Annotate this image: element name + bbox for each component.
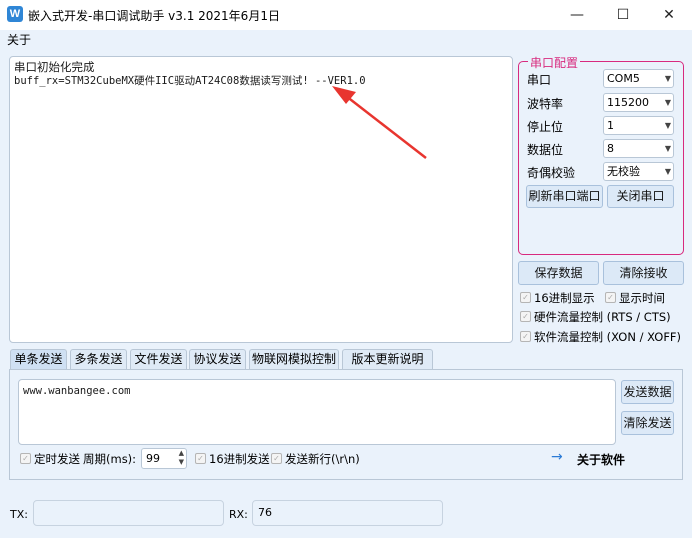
tab-multi-send[interactable]: 多条发送 — [70, 349, 127, 369]
app-icon: W — [7, 6, 23, 22]
stop-bits-value: 1 — [607, 119, 614, 132]
send-textarea[interactable]: www.wanbangee.com — [18, 379, 616, 445]
chevron-down-icon: ▼ — [664, 74, 671, 83]
timed-send-checkbox[interactable]: ✓ — [20, 453, 31, 464]
clear-receive-button[interactable]: 清除接收 — [603, 261, 684, 285]
stop-bits-select[interactable]: 1 ▼ — [603, 116, 674, 135]
refresh-ports-button[interactable]: 刷新串口端口 — [526, 185, 603, 208]
parity-select[interactable]: 无校验 ▼ — [603, 162, 674, 181]
period-stepper[interactable]: 99 ▲ ▼ — [141, 448, 187, 469]
hex-display-label: 16进制显示 — [534, 291, 595, 305]
port-label: 串口 — [527, 73, 552, 87]
tx-counter — [33, 500, 224, 526]
period-label: 周期(ms): — [83, 452, 137, 466]
hex-send-checkbox[interactable]: ✓ — [195, 453, 206, 464]
hw-flow-label: 硬件流量控制 (RTS / CTS) — [534, 310, 671, 324]
serial-config-group — [518, 61, 684, 255]
sw-flow-label: 软件流量控制 (XON / XOFF) — [534, 330, 682, 344]
port-select[interactable]: COM5 ▼ — [603, 69, 674, 88]
timed-send-label: 定时发送 — [34, 452, 80, 466]
sw-flow-checkbox[interactable]: ✓ — [520, 331, 531, 342]
tab-file-send[interactable]: 文件发送 — [130, 349, 187, 369]
rx-counter: 76 — [252, 500, 443, 526]
show-time-label: 显示时间 — [619, 291, 665, 305]
hex-display-checkbox[interactable]: ✓ — [520, 292, 531, 303]
tab-single-send[interactable]: 单条发送 — [10, 349, 67, 369]
chevron-down-icon: ▼ — [664, 98, 671, 107]
stepper-arrows-icon[interactable]: ▲ ▼ — [179, 449, 184, 467]
baud-label: 波特率 — [527, 97, 564, 111]
maximize-button[interactable]: ☐ — [600, 0, 646, 30]
show-time-checkbox[interactable]: ✓ — [605, 292, 616, 303]
close-port-button[interactable]: 关闭串口 — [607, 185, 674, 208]
rx-label: RX: — [229, 508, 248, 521]
send-data-button[interactable]: 发送数据 — [621, 380, 674, 404]
hw-flow-checkbox[interactable]: ✓ — [520, 311, 531, 322]
chevron-down-icon: ▼ — [664, 144, 671, 153]
data-bits-label: 数据位 — [527, 143, 564, 157]
parity-value: 无校验 — [607, 165, 640, 178]
parity-label: 奇偶校验 — [527, 166, 576, 180]
minimize-button[interactable]: — — [554, 0, 600, 30]
serial-config-legend: 串口配置 — [528, 54, 581, 71]
baud-value: 115200 — [607, 96, 649, 109]
close-button[interactable]: ✕ — [646, 0, 692, 30]
chevron-down-icon: ▼ — [664, 121, 671, 130]
newline-label: 发送新行(\r\n) — [285, 452, 360, 466]
newline-checkbox[interactable]: ✓ — [271, 453, 282, 464]
tab-protocol-send[interactable]: 协议发送 — [189, 349, 246, 369]
baud-select[interactable]: 115200 ▼ — [603, 93, 674, 112]
about-software-link[interactable]: 关于软件 — [577, 451, 625, 468]
receive-line: 串口初始化完成 — [14, 60, 95, 74]
send-text: www.wanbangee.com — [23, 385, 131, 397]
annotation-arrow-icon — [332, 86, 427, 159]
port-value: COM5 — [607, 72, 640, 85]
data-bits-select[interactable]: 8 ▼ — [603, 139, 674, 158]
tab-iot-control[interactable]: 物联网模拟控制 — [249, 349, 339, 369]
chevron-down-icon: ▼ — [664, 167, 671, 176]
tab-version-notes[interactable]: 版本更新说明 — [342, 349, 433, 369]
window-title: 嵌入式开发-串口调试助手 v3.1 2021年6月1日 — [28, 9, 280, 23]
tx-label: TX: — [10, 508, 28, 521]
arrow-right-icon: → — [551, 449, 563, 465]
period-value: 99 — [146, 452, 160, 465]
menu-about[interactable]: 关于 — [7, 31, 31, 48]
data-bits-value: 8 — [607, 142, 614, 155]
hex-send-label: 16进制发送 — [209, 452, 270, 466]
menu-bar — [0, 30, 692, 48]
clear-send-button[interactable]: 清除发送 — [621, 411, 674, 435]
save-data-button[interactable]: 保存数据 — [518, 261, 599, 285]
stop-bits-label: 停止位 — [527, 120, 564, 134]
